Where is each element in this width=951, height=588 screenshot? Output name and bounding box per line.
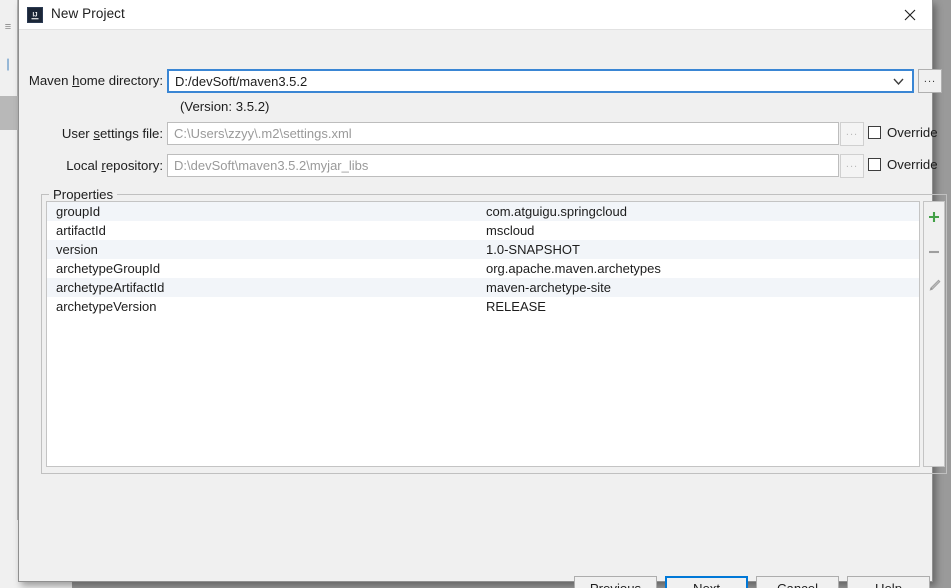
plus-icon	[929, 211, 939, 222]
local-repository-label: Local repository:	[66, 158, 163, 173]
user-settings-file-label: User settings file:	[61, 126, 163, 141]
property-value: mscloud	[486, 223, 535, 238]
user-settings-override-checkbox[interactable]: Override	[868, 125, 938, 140]
dialog-titlebar: IJ New Project	[19, 0, 932, 30]
ide-strip-icon-top: ≡	[4, 21, 12, 33]
checkbox-box[interactable]	[868, 126, 881, 139]
property-value: maven-archetype-site	[486, 280, 611, 295]
close-icon[interactable]	[887, 0, 932, 29]
maven-home-directory-value: D:/devSoft/maven3.5.2	[175, 74, 308, 89]
properties-table-toolbar	[923, 201, 945, 467]
dialog-title: New Project	[51, 6, 125, 21]
local-repository-input[interactable]: D:\devSoft\maven3.5.2\myjar_libs	[167, 154, 839, 177]
minus-icon	[929, 250, 939, 253]
remove-property-button[interactable]	[923, 241, 945, 262]
property-key: artifactId	[56, 223, 106, 238]
property-key: archetypeArtifactId	[56, 280, 165, 295]
user-settings-file-input[interactable]: C:\Users\zzyy\.m2\settings.xml	[167, 122, 839, 145]
property-value: org.apache.maven.archetypes	[486, 261, 661, 276]
table-row[interactable]: archetypeGroupId org.apache.maven.archet…	[47, 259, 919, 278]
local-repository-override-label: Override	[887, 157, 938, 172]
intellij-idea-icon: IJ	[27, 7, 43, 23]
svg-text:IJ: IJ	[32, 13, 37, 19]
table-row[interactable]: artifactId mscloud	[47, 221, 919, 240]
user-settings-browse-button[interactable]: ...	[840, 122, 864, 146]
property-value: 1.0-SNAPSHOT	[486, 242, 580, 257]
property-value: com.atguigu.springcloud	[486, 204, 627, 219]
property-key: version	[56, 242, 98, 257]
checkbox-box[interactable]	[868, 158, 881, 171]
properties-group-title: Properties	[49, 187, 118, 202]
dialog-footer: Previous Next Cancel Help	[19, 576, 932, 588]
ide-strip-icon-second: ┃	[4, 60, 12, 71]
properties-table[interactable]: groupId com.atguigu.springcloud artifact…	[46, 201, 920, 467]
property-key: archetypeGroupId	[56, 261, 161, 276]
help-button[interactable]: Help	[847, 576, 930, 588]
edit-property-button[interactable]	[923, 275, 945, 296]
table-row[interactable]: archetypeArtifactId maven-archetype-site	[47, 278, 919, 297]
maven-home-directory-combobox[interactable]: D:/devSoft/maven3.5.2	[167, 69, 914, 93]
local-repository-override-checkbox[interactable]: Override	[868, 157, 938, 172]
table-row[interactable]: groupId com.atguigu.springcloud	[47, 202, 919, 221]
cancel-button[interactable]: Cancel	[756, 576, 839, 588]
property-value: RELEASE	[486, 299, 546, 314]
local-repository-browse-button[interactable]: ...	[840, 154, 864, 178]
new-project-dialog: IJ New Project Maven home directory: D:/…	[18, 0, 947, 588]
add-property-button[interactable]	[923, 206, 945, 227]
ide-strip-selected-item	[0, 96, 18, 130]
table-row[interactable]: version 1.0-SNAPSHOT	[47, 240, 919, 259]
ide-left-toolbar-strip: ≡ ┃	[0, 0, 18, 588]
maven-version-note: (Version: 3.5.2)	[180, 99, 270, 114]
next-button[interactable]: Next	[665, 576, 748, 588]
property-key: groupId	[56, 204, 101, 219]
properties-group: Properties groupId com.atguigu.springclo…	[41, 187, 949, 474]
table-row[interactable]: archetypeVersion RELEASE	[47, 297, 919, 316]
property-key: archetypeVersion	[56, 299, 157, 314]
previous-button[interactable]: Previous	[574, 576, 657, 588]
maven-home-browse-button[interactable]: ...	[918, 69, 942, 93]
maven-home-directory-label: Maven home directory:	[28, 73, 163, 88]
pencil-icon	[929, 279, 940, 291]
dialog-body: Maven home directory: D:/devSoft/maven3.…	[19, 30, 947, 588]
user-settings-override-label: Override	[887, 125, 938, 140]
chevron-down-icon[interactable]	[893, 77, 904, 86]
